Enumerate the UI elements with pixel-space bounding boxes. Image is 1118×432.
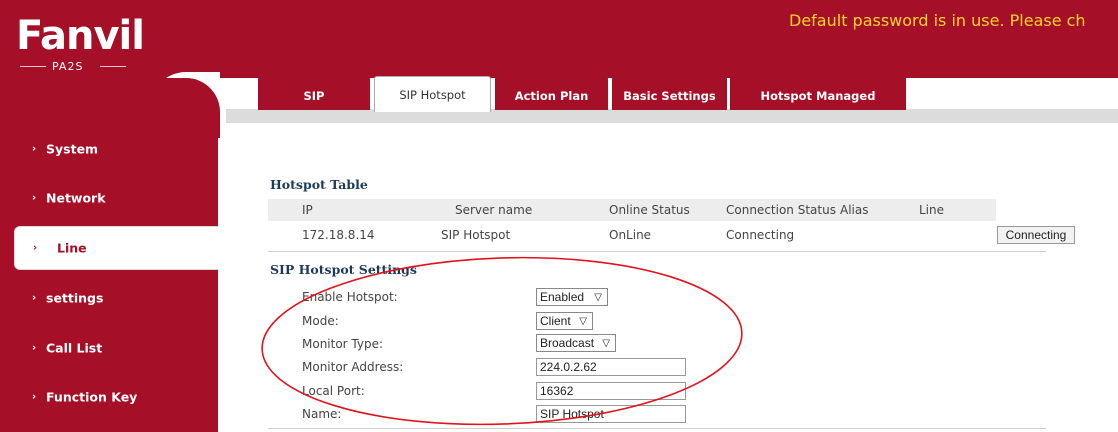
sidebar-item-label: Network [46, 190, 106, 206]
default-password-warning: Default password is in use. Please ch [789, 11, 1086, 30]
column-ip: IP [302, 203, 313, 217]
column-alias: Alias [840, 203, 869, 217]
sidebar-item-label: settings [46, 290, 104, 306]
cell-server-name: SIP Hotspot [441, 228, 511, 242]
tab-action-plan[interactable]: Action Plan [495, 76, 608, 110]
column-line: Line [919, 203, 945, 217]
name-input[interactable]: SIP Hotspot [536, 405, 686, 423]
enable-hotspot-label: Enable Hotspot: [302, 290, 398, 304]
chevron-right-icon: › [32, 192, 37, 204]
sidebar-item-settings[interactable]: › settings [0, 276, 218, 320]
enable-hotspot-value: Enabled [540, 290, 585, 304]
tab-basic-settings[interactable]: Basic Settings [612, 76, 727, 110]
chevron-right-icon: › [32, 391, 37, 403]
sidebar-item-line[interactable]: › Line [14, 226, 218, 270]
sidebar-item-label: Line [57, 240, 87, 256]
sidebar-item-system[interactable]: › System [0, 127, 218, 171]
tab-sip[interactable]: SIP [258, 76, 370, 110]
monitor-type-select[interactable]: Broadcast ▽ [536, 334, 616, 352]
logo-text: Fanvil [16, 13, 145, 59]
column-online-status: Online Status [609, 203, 690, 217]
hotspot-table-title: Hotspot Table [270, 177, 368, 192]
cell-online-status: OnLine [609, 228, 652, 242]
sip-hotspot-settings-title: SIP Hotspot Settings [270, 262, 417, 277]
local-port-label: Local Port: [302, 384, 365, 398]
logo-model: PA2S [14, 60, 132, 73]
mode-select[interactable]: Client ▽ [536, 312, 593, 330]
tab-sip-hotspot[interactable]: SIP Hotspot [374, 76, 491, 112]
model-name: PA2S [52, 60, 84, 73]
fanvil-logo: Fanvil PA2S [14, 13, 146, 73]
monitor-type-value: Broadcast [540, 336, 595, 350]
tab-hotspot-managed-extension[interactable]: Hotspot Managed Extension [730, 76, 906, 139]
monitor-type-label: Monitor Type: [302, 337, 384, 351]
divider [268, 251, 1046, 252]
cell-connection-status: Connecting [726, 228, 795, 242]
mode-label: Mode: [302, 314, 339, 328]
monitor-address-input[interactable]: 224.0.2.62 [536, 358, 686, 376]
connecting-button[interactable]: Connecting [997, 226, 1075, 244]
sidebar-item-network[interactable]: › Network [0, 176, 218, 220]
sidebar-item-call-list[interactable]: › Call List [0, 326, 218, 370]
header-bar: Fanvil PA2S Default password is in use. … [0, 0, 1118, 78]
mode-value: Client [540, 314, 571, 328]
sidebar-item-label: System [46, 141, 99, 157]
chevron-right-icon: › [32, 292, 37, 304]
chevron-right-icon: › [33, 242, 38, 254]
chevron-down-icon: ▽ [579, 316, 587, 327]
enable-hotspot-select[interactable]: Enabled ▽ [536, 288, 608, 306]
column-connection-status: Connection Status [726, 203, 836, 217]
chevron-down-icon: ▽ [594, 292, 602, 303]
chevron-down-icon: ▽ [602, 338, 610, 349]
cell-ip: 172.18.8.14 [302, 228, 375, 242]
sidebar-item-function-key[interactable]: › Function Key [0, 375, 218, 419]
sidebar-item-label: Call List [46, 340, 103, 356]
divider [268, 428, 1046, 429]
chevron-right-icon: › [32, 143, 37, 155]
name-label: Name: [302, 407, 342, 421]
monitor-address-label: Monitor Address: [302, 360, 404, 374]
sidebar-item-label: Function Key [46, 389, 138, 405]
chevron-right-icon: › [32, 342, 37, 354]
local-port-input[interactable]: 16362 [536, 382, 686, 400]
column-server-name: Server name [455, 203, 533, 217]
